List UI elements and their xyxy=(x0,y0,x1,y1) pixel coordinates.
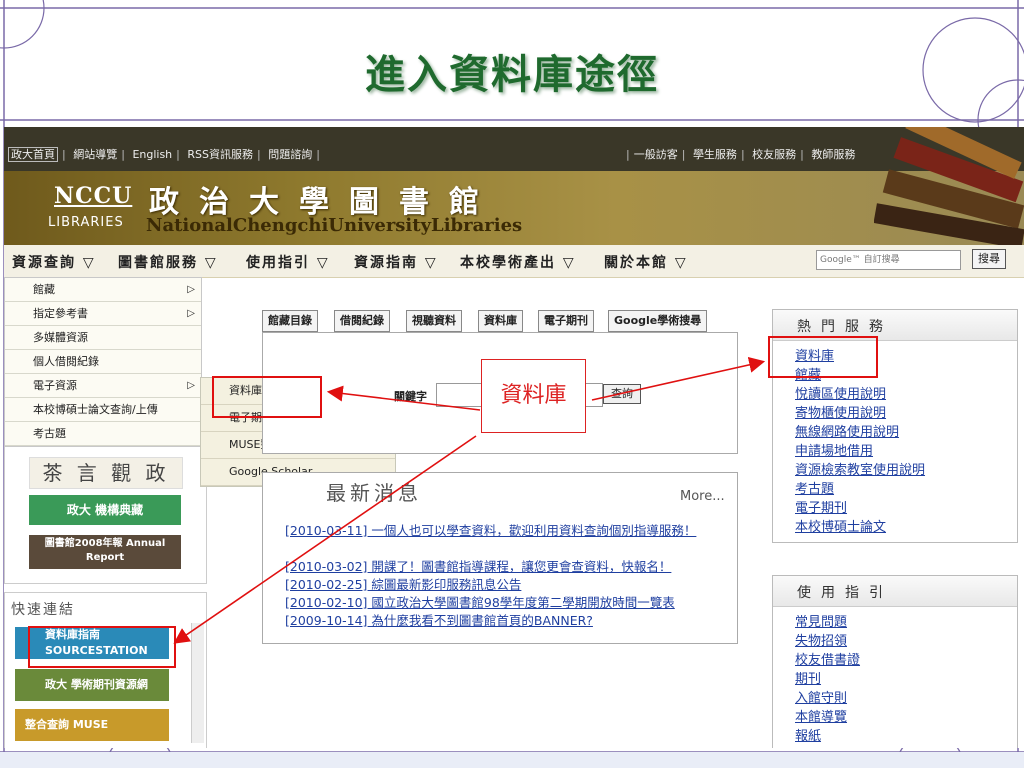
chevron-down-icon: ▽ xyxy=(82,255,96,271)
top-links-left: 政大首頁 | 網站導覽 | English | RSS資訊服務 | 問題諮詢 | xyxy=(8,146,324,162)
menu-item-theses[interactable]: 本校博碩士論文查詢/上傳 xyxy=(5,398,201,422)
guide-link-lost[interactable]: 失物招領 xyxy=(795,634,847,650)
database-callout: 資料庫 xyxy=(481,359,586,433)
chevron-right-icon: ▷ xyxy=(187,380,195,391)
top-link-visitor[interactable]: 一般訪客 xyxy=(634,148,678,161)
hot-link-exams[interactable]: 考古題 xyxy=(795,482,834,498)
top-link-alumni[interactable]: 校友服務 xyxy=(752,148,796,161)
news-title: 最新消息 xyxy=(326,481,422,505)
search-button[interactable]: 搜尋 xyxy=(972,249,1006,269)
chevron-right-icon: ▷ xyxy=(187,308,195,319)
chevron-down-icon: ▽ xyxy=(674,255,688,271)
guide-link-faq[interactable]: 常見問題 xyxy=(795,615,847,631)
menu-item-exams[interactable]: 考古題 xyxy=(5,422,201,446)
news-more-link[interactable]: More... xyxy=(680,489,725,504)
hot-link-classroom[interactable]: 資源檢索教室使用說明 xyxy=(795,463,925,479)
menu-item-multimedia[interactable]: 多媒體資源 xyxy=(5,326,201,350)
menu-item-eresources[interactable]: 電子資源 ▷ xyxy=(5,374,201,398)
nav-academic-output[interactable]: 本校學術產出 ▽ xyxy=(460,252,576,272)
menu-item-reserve[interactable]: 指定參考書 ▷ xyxy=(5,302,201,326)
repository-banner[interactable]: 政大 機構典藏 xyxy=(29,495,181,525)
news-item[interactable]: [2010-03-11] 一個人也可以學查資料，歡迎利用資料查詢個別指導服務！ xyxy=(285,522,737,539)
guide-link-alumni-card[interactable]: 校友借書證 xyxy=(795,653,860,669)
news-item[interactable]: [2010-03-02] 開課了！圖書館指導課程，讓您更會查資料，快報名！ xyxy=(285,558,737,575)
hot-link-ejournal[interactable]: 電子期刊 xyxy=(795,501,847,517)
libraries-logo-text: LIBRARIES xyxy=(48,215,124,230)
quick-links-scrollbar[interactable] xyxy=(191,623,204,743)
google-search-input[interactable]: Google™ 自訂搜尋 xyxy=(816,250,961,270)
top-link-english[interactable]: English xyxy=(132,148,172,161)
nav-about[interactable]: 關於本館 ▽ xyxy=(604,252,688,272)
highlight-hot-database xyxy=(768,336,878,378)
hot-link-venue[interactable]: 申請場地借用 xyxy=(795,444,873,460)
hot-link-locker[interactable]: 寄物櫃使用說明 xyxy=(795,406,886,422)
quick-links-panel: 快速連結 資料庫指南 SOURCESTATION 政大 學術期刊資源網 整合查詢… xyxy=(4,592,207,748)
tab-database[interactable]: 資料庫 xyxy=(478,310,523,332)
annual-report-banner[interactable]: 圖書館2008年報 Annual Report xyxy=(29,535,181,569)
nav-resource-guide[interactable]: 資源指南 ▽ xyxy=(354,252,438,272)
books-image xyxy=(874,127,1024,245)
guide-link-newspaper[interactable]: 報紙 xyxy=(795,729,821,745)
top-link-ask[interactable]: 問題諮詢 xyxy=(268,148,312,161)
top-link-student[interactable]: 學生服務 xyxy=(693,148,737,161)
tab-google-scholar[interactable]: Google學術搜尋 xyxy=(608,310,708,332)
chevron-right-icon: ▷ xyxy=(187,284,195,295)
top-links-right: | 一般訪客 | 學生服務 | 校友服務 | 教師服務 xyxy=(626,148,856,161)
top-link-sitemap[interactable]: 網站導覽 xyxy=(73,148,117,161)
top-link-home[interactable]: 政大首頁 xyxy=(8,147,58,162)
top-link-faculty[interactable]: 教師服務 xyxy=(811,148,855,161)
tab-borrowing[interactable]: 借閱紀錄 xyxy=(334,310,390,332)
hot-link-theses[interactable]: 本校博碩士論文 xyxy=(795,520,886,536)
nav-library-services[interactable]: 圖書館服務 ▽ xyxy=(118,252,218,272)
menu-item-borrowing[interactable]: 個人借閱紀錄 xyxy=(5,350,201,374)
tea-talk-banner[interactable]: 茶 言 觀 政 xyxy=(29,457,183,489)
guide-link-tour[interactable]: 本館導覽 xyxy=(795,710,847,726)
resource-search-menu: 館藏 ▷ 指定參考書 ▷ 多媒體資源 個人借閱紀錄 電子資源 ▷ 本校博碩士論文查詢/… xyxy=(4,277,202,447)
chevron-down-icon: ▽ xyxy=(204,255,218,271)
nav-resource-search[interactable]: 資源查詢 ▽ xyxy=(12,252,96,272)
guide-link-periodicals[interactable]: 期刊 xyxy=(795,672,821,688)
top-link-rss[interactable]: RSS資訊服務 xyxy=(187,148,253,161)
usage-guide-title: 使用指引 xyxy=(773,576,1017,607)
tab-catalog[interactable]: 館藏目錄 xyxy=(262,310,318,332)
top-bar: 政大首頁 | 網站導覽 | English | RSS資訊服務 | 問題諮詢 | | 一般訪… xyxy=(4,127,1024,171)
highlight-database-guide xyxy=(28,626,176,668)
nav-usage-guide[interactable]: 使用指引 ▽ xyxy=(246,252,330,272)
library-name-en: NationalChengchiUniversityLibraries xyxy=(146,215,523,236)
muse-search-banner[interactable]: 整合查詢 MUSE xyxy=(15,709,169,741)
menu-item-collection[interactable]: 館藏 ▷ xyxy=(5,278,201,302)
news-item[interactable]: [2010-02-25] 綜圖最新影印服務訊息公告 xyxy=(285,576,737,593)
keyword-label: 關鍵字 xyxy=(394,390,427,403)
nccu-logo[interactable]: NCCU xyxy=(54,183,132,209)
news-item[interactable]: [2010-02-10] 國立政治大學圖書館98學年度第二學期開放時間一覽表 xyxy=(285,594,737,611)
highlight-submenu-database xyxy=(212,376,322,418)
chevron-down-icon: ▽ xyxy=(316,255,330,271)
hot-link-reading[interactable]: 悅讀區使用說明 xyxy=(795,387,886,403)
quick-links-title: 快速連結 xyxy=(11,602,75,618)
news-item[interactable]: [2009-10-14] 為什麼我看不到圖書館首頁的BANNER? xyxy=(285,612,737,629)
slide-title: 進入資料庫途徑 xyxy=(365,51,659,98)
chevron-down-icon: ▽ xyxy=(424,255,438,271)
guide-link-rules[interactable]: 入館守則 xyxy=(795,691,847,707)
chevron-down-icon: ▽ xyxy=(562,255,576,271)
tab-ejournal[interactable]: 電子期刊 xyxy=(538,310,594,332)
hot-link-wifi[interactable]: 無線網路使用說明 xyxy=(795,425,899,441)
query-button[interactable]: 查詢 xyxy=(603,384,641,404)
journal-resource-banner[interactable]: 政大 學術期刊資源網 xyxy=(15,669,169,701)
tab-av[interactable]: 視聽資料 xyxy=(406,310,462,332)
left-banners: 茶 言 觀 政 政大 機構典藏 圖書館2008年報 Annual Report xyxy=(4,432,207,584)
